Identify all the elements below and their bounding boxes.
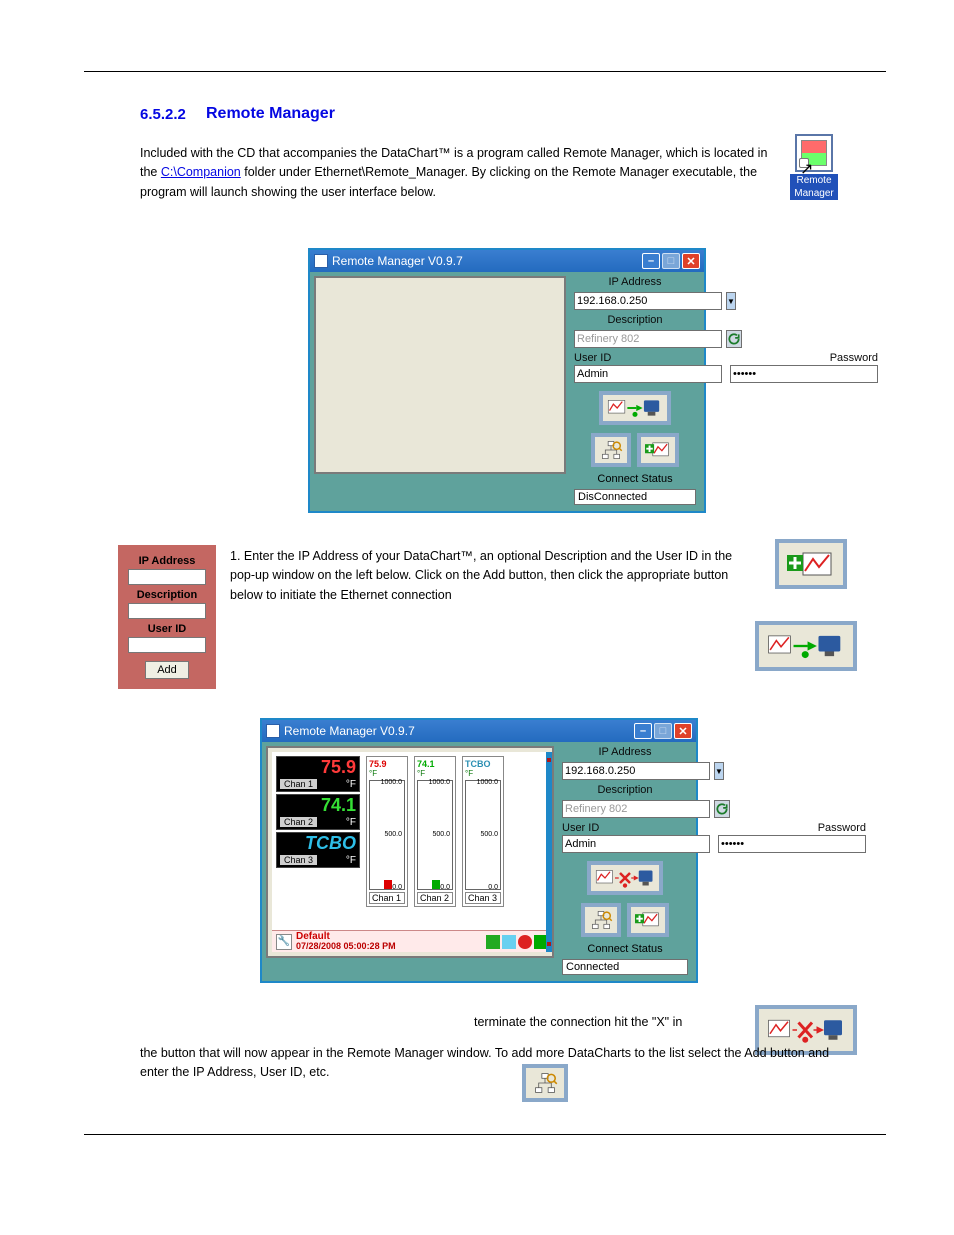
disconnect-button[interactable] [587, 861, 663, 895]
add-recorder-popup: IP Address Description User ID Add [118, 545, 216, 689]
ip-select[interactable] [562, 762, 710, 780]
description-label: Description [574, 314, 696, 326]
ip-select[interactable] [574, 292, 722, 310]
description-select[interactable] [574, 330, 722, 348]
record-icon [518, 935, 532, 949]
titlebar[interactable]: Remote Manager V0.9.7 – □ ✕ [310, 250, 704, 272]
plus-chart-icon [635, 910, 661, 930]
remote-manager-desktop-icon[interactable]: ↗ Remote Manager [790, 134, 838, 200]
addbox-ip-input[interactable] [128, 569, 206, 585]
addbox-user-input[interactable] [128, 637, 206, 653]
footer-stamp: Default 07/28/2008 05:00:28 PM [296, 932, 396, 951]
chart-x-pc-icon [595, 867, 655, 889]
bargraph-panel: 75.9 °F 1000.0 500.0 0.0 Chan 1 74.1 [366, 756, 504, 907]
refresh-icon [715, 802, 729, 816]
preview-canvas [314, 276, 566, 474]
connection-sidepanel: IP Address ▼ Description User ID [558, 742, 692, 981]
userid-label: User ID [574, 352, 722, 364]
titlebar[interactable]: Remote Manager V0.9.7 – □ ✕ [262, 720, 696, 742]
add-recorder-icon-inline [775, 539, 847, 589]
terminate-text: terminate the connection hit the "X" in [474, 1013, 744, 1032]
refresh-button[interactable] [726, 330, 742, 348]
recorder-screen: 75.9 Chan 1°F 74.1 Chan 2°F TCBO Chan 3°… [272, 752, 552, 952]
recorder-footer: 🔧 Default 07/28/2008 05:00:28 PM [272, 930, 552, 952]
plus-chart-icon [787, 549, 835, 579]
icon-caption-line1: Remote [790, 174, 838, 187]
password-field[interactable] [718, 835, 866, 853]
userid-field[interactable] [574, 365, 722, 383]
refresh-icon [727, 332, 741, 346]
password-field[interactable] [730, 365, 878, 383]
description-label: Description [562, 784, 688, 796]
network-tree-icon-inline [522, 1064, 568, 1102]
addbox-ip-label: IP Address [128, 555, 206, 567]
bargraph-2: 74.1 °F 1000.0 500.0 0.0 Chan 2 [414, 756, 456, 907]
section-number: 6.5.2.2 [140, 106, 186, 123]
app-icon [266, 724, 280, 738]
connect-button[interactable] [599, 391, 671, 425]
side-indicator [546, 752, 552, 952]
preview-canvas-connected: 75.9 Chan 1°F 74.1 Chan 2°F TCBO Chan 3°… [266, 746, 554, 958]
companion-folder-link[interactable]: C:\Companion [161, 165, 241, 179]
step-1-text: 1. Enter the IP Address of your DataChar… [230, 547, 750, 605]
connect-status-value: DisConnected [574, 489, 696, 505]
addbox-add-button[interactable]: Add [145, 661, 189, 679]
bargraph-3: TCBO °F 1000.0 500.0 0.0 Chan 3 [462, 756, 504, 907]
network-tree-icon [532, 1072, 558, 1094]
chart-shortcut-icon: ↗ [795, 134, 833, 172]
network-tree-icon [599, 440, 623, 460]
channel-readout-1: 75.9 Chan 1°F [276, 756, 360, 792]
app-icon [314, 254, 328, 268]
tool-icon[interactable]: 🔧 [276, 934, 292, 950]
close-button[interactable]: ✕ [674, 723, 692, 739]
connection-sidepanel: IP Address ▼ Description User ID [570, 272, 700, 511]
refresh-button[interactable] [714, 800, 730, 818]
ip-dropdown-button[interactable]: ▼ [714, 762, 724, 780]
section-title: Remote Manager [206, 105, 335, 123]
channel-readout-list: 75.9 Chan 1°F 74.1 Chan 2°F TCBO Chan 3°… [276, 756, 360, 870]
chart-to-pc-icon [607, 397, 663, 419]
password-label: Password [730, 352, 878, 364]
network-tree-button[interactable] [581, 903, 621, 937]
add-recorder-button[interactable] [637, 433, 679, 467]
ip-dropdown-button[interactable]: ▼ [726, 292, 736, 310]
window-title: Remote Manager V0.9.7 [284, 724, 415, 738]
userid-label: User ID [562, 822, 710, 834]
add-recorder-button[interactable] [627, 903, 669, 937]
ip-label: IP Address [574, 276, 696, 288]
status-icon-2 [502, 935, 516, 949]
minimize-button[interactable]: – [634, 723, 652, 739]
maximize-button: □ [654, 723, 672, 739]
connect-icon-inline [755, 621, 857, 671]
password-label: Password [718, 822, 866, 834]
paragraph-1: Included with the CD that accompanies th… [140, 144, 775, 202]
ip-label: IP Address [562, 746, 688, 758]
chart-x-pc-icon [767, 1015, 845, 1045]
addbox-desc-input[interactable] [128, 603, 206, 619]
remote-manager-window-connected: Remote Manager V0.9.7 – □ ✕ 75.9 Chan 1°… [260, 718, 698, 983]
connect-status-label: Connect Status [574, 473, 696, 485]
maximize-button: □ [662, 253, 680, 269]
bargraph-1: 75.9 °F 1000.0 500.0 0.0 Chan 1 [366, 756, 408, 907]
status-icon-1 [486, 935, 500, 949]
description-select[interactable] [562, 800, 710, 818]
userid-field[interactable] [562, 835, 710, 853]
network-tree-button[interactable] [591, 433, 631, 467]
connect-status-label: Connect Status [562, 943, 688, 955]
close-button[interactable]: ✕ [682, 253, 700, 269]
window-title: Remote Manager V0.9.7 [332, 254, 463, 268]
connect-status-value: Connected [562, 959, 688, 975]
addbox-desc-label: Description [128, 589, 206, 601]
chart-to-pc-icon [767, 631, 845, 661]
icon-caption-line2: Manager [790, 187, 838, 200]
channel-readout-3: TCBO Chan 3°F [276, 832, 360, 868]
minimize-button[interactable]: – [642, 253, 660, 269]
channel-readout-2: 74.1 Chan 2°F [276, 794, 360, 830]
plus-chart-icon [645, 440, 671, 460]
network-tree-icon [589, 910, 613, 930]
remote-manager-window-disconnected: Remote Manager V0.9.7 – □ ✕ IP Address ▼… [308, 248, 706, 513]
addbox-user-label: User ID [128, 623, 206, 635]
paragraph-3-rest: the button that will now appear in the R… [140, 1044, 860, 1083]
